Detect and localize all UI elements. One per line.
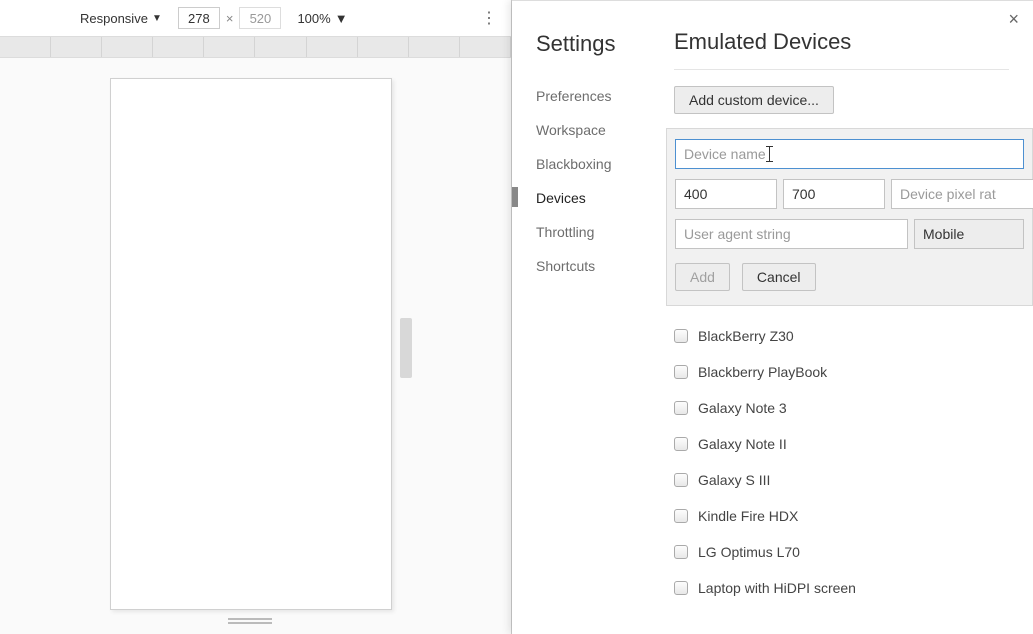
settings-sidebar: Settings PreferencesWorkspaceBlackboxing…	[512, 1, 666, 634]
add-device-form: Mobile Add Cancel	[666, 128, 1033, 306]
device-width-input[interactable]	[675, 179, 777, 209]
device-list-item[interactable]: LG Optimus L70	[674, 534, 1009, 570]
viewport-resize-handle-horizontal[interactable]	[228, 618, 272, 626]
add-button[interactable]: Add	[675, 263, 730, 291]
viewport-height-input[interactable]	[239, 7, 281, 29]
zoom-level: 100%	[297, 11, 330, 26]
checkbox[interactable]	[674, 437, 688, 451]
checkbox[interactable]	[674, 581, 688, 595]
device-height-input[interactable]	[783, 179, 885, 209]
settings-nav-workspace[interactable]: Workspace	[536, 113, 666, 147]
device-type-dropdown[interactable]: Mobile	[914, 219, 1024, 249]
zoom-dropdown[interactable]: 100% ▼	[297, 11, 347, 26]
text-cursor-icon	[769, 146, 770, 162]
cancel-button[interactable]: Cancel	[742, 263, 816, 291]
device-label: Galaxy S III	[698, 472, 770, 488]
user-agent-input[interactable]	[675, 219, 908, 249]
device-label: Galaxy Note 3	[698, 400, 787, 416]
checkbox[interactable]	[674, 473, 688, 487]
device-label: LG Optimus L70	[698, 544, 800, 560]
device-list-item[interactable]: Blackberry PlayBook	[674, 354, 1009, 390]
resize-handle-icon	[400, 318, 412, 378]
more-options-icon[interactable]: ⋮	[481, 8, 497, 28]
page-title: Emulated Devices	[674, 29, 1009, 55]
device-pixel-ratio-input[interactable]	[891, 179, 1033, 209]
device-mode-pane: Responsive ▼ × 100% ▼ ⋮	[0, 0, 512, 634]
viewport-resize-handle-vertical[interactable]	[400, 78, 412, 610]
chevron-down-icon: ▼	[152, 13, 162, 24]
viewport-dimensions: ×	[178, 7, 282, 29]
device-mode-dropdown[interactable]: Responsive ▼	[80, 11, 162, 26]
device-label: Laptop with HiDPI screen	[698, 580, 856, 596]
settings-title: Settings	[536, 31, 666, 57]
dimension-separator: ×	[226, 11, 234, 26]
device-label: Blackberry PlayBook	[698, 364, 827, 380]
checkbox[interactable]	[674, 401, 688, 415]
settings-nav-devices[interactable]: Devices	[536, 181, 666, 215]
divider	[674, 69, 1009, 70]
device-mode-label: Responsive	[80, 11, 148, 26]
device-list-item[interactable]: Galaxy S III	[674, 462, 1009, 498]
device-label: Galaxy Note II	[698, 436, 787, 452]
viewport-area	[0, 58, 511, 634]
ruler	[0, 36, 511, 58]
settings-content: × Emulated Devices Add custom device... …	[666, 1, 1033, 634]
device-type-label: Mobile	[923, 226, 964, 242]
settings-nav-preferences[interactable]: Preferences	[536, 79, 666, 113]
chevron-down-icon: ▼	[335, 11, 348, 26]
checkbox[interactable]	[674, 329, 688, 343]
checkbox[interactable]	[674, 509, 688, 523]
device-list: BlackBerry Z30 Blackberry PlayBook Galaxy …	[674, 318, 1009, 606]
settings-nav-throttling[interactable]: Throttling	[536, 215, 666, 249]
device-list-item[interactable]: Galaxy Note II	[674, 426, 1009, 462]
add-custom-device-button[interactable]: Add custom device...	[674, 86, 834, 114]
settings-nav-shortcuts[interactable]: Shortcuts	[536, 249, 666, 283]
device-name-input[interactable]	[675, 139, 1024, 169]
device-list-item[interactable]: Kindle Fire HDX	[674, 498, 1009, 534]
device-label: Kindle Fire HDX	[698, 508, 798, 524]
close-icon[interactable]: ×	[1008, 9, 1019, 30]
checkbox[interactable]	[674, 545, 688, 559]
settings-panel: Settings PreferencesWorkspaceBlackboxing…	[512, 0, 1033, 634]
emulated-viewport[interactable]	[110, 78, 392, 610]
device-label: BlackBerry Z30	[698, 328, 794, 344]
viewport-width-input[interactable]	[178, 7, 220, 29]
device-list-item[interactable]: Galaxy Note 3	[674, 390, 1009, 426]
device-list-item[interactable]: BlackBerry Z30	[674, 318, 1009, 354]
device-list-item[interactable]: Laptop with HiDPI screen	[674, 570, 1009, 606]
device-toolbar: Responsive ▼ × 100% ▼ ⋮	[0, 0, 511, 36]
settings-nav-blackboxing[interactable]: Blackboxing	[536, 147, 666, 181]
checkbox[interactable]	[674, 365, 688, 379]
